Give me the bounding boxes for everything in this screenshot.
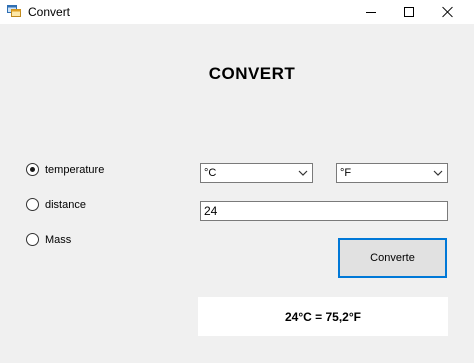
convert-button[interactable]: Converte (338, 238, 447, 278)
value-input[interactable] (200, 201, 448, 221)
result-text: 24°C = 75,2°F (285, 309, 361, 324)
maximize-button[interactable] (393, 0, 425, 24)
chevron-down-icon[interactable] (298, 168, 308, 178)
radio-mass[interactable]: Mass (26, 233, 71, 246)
radio-distance[interactable]: distance (26, 198, 86, 211)
result-label: 24°C = 75,2°F (198, 297, 448, 336)
close-button[interactable] (432, 0, 464, 24)
radio-button[interactable] (26, 163, 39, 176)
close-icon (442, 6, 454, 18)
app-window-icon (7, 4, 21, 18)
radio-button[interactable] (26, 198, 39, 211)
radio-label: temperature (45, 163, 105, 176)
minimize-icon (366, 11, 376, 13)
minimize-button[interactable] (355, 0, 387, 24)
chevron-down-icon[interactable] (433, 168, 443, 178)
convert-window: Convert CONVERT temperature distance Mas… (0, 0, 474, 363)
page-title: CONVERT (208, 64, 296, 83)
window-title: Convert (28, 5, 71, 19)
to-unit-select[interactable]: °F (336, 163, 448, 183)
title-bar: Convert (0, 0, 474, 24)
radio-label: Mass (45, 233, 72, 246)
to-unit-value: °F (340, 167, 352, 179)
radio-button[interactable] (26, 233, 39, 246)
from-unit-select[interactable]: °C (200, 163, 313, 183)
from-unit-value: °C (204, 167, 217, 179)
radio-label: distance (45, 198, 86, 211)
maximize-icon (404, 7, 414, 17)
radio-temperature[interactable]: temperature (26, 163, 104, 176)
